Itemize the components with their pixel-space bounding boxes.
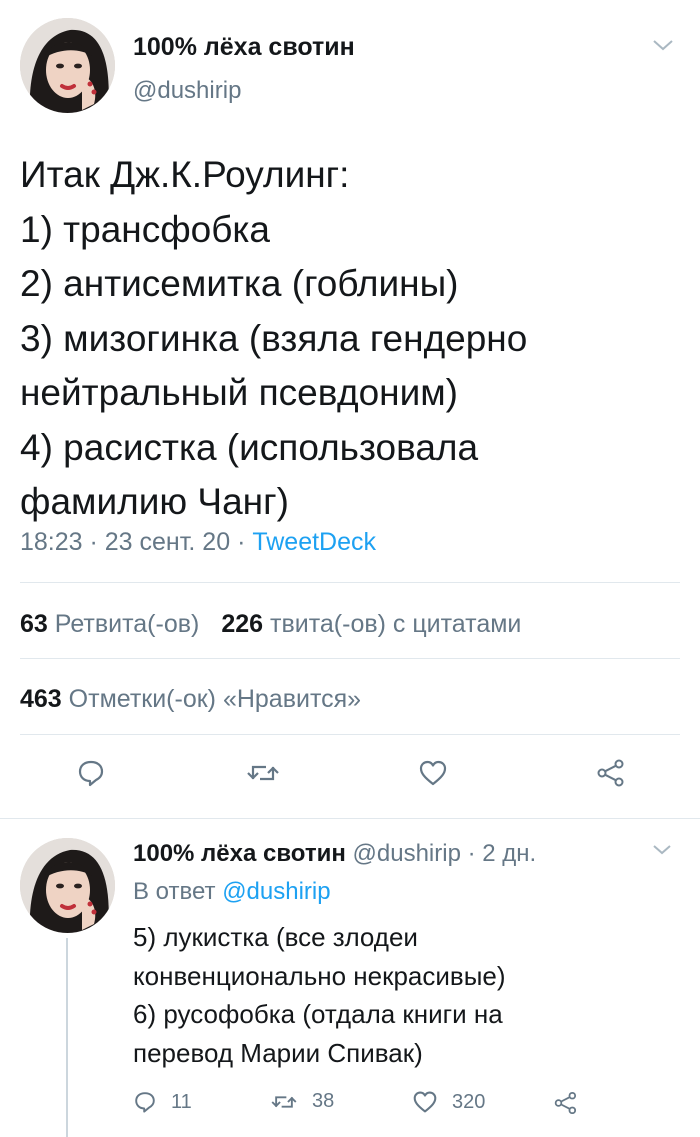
like-icon	[419, 760, 447, 786]
tweet-source-link[interactable]: TweetDeck	[252, 528, 376, 556]
reply-to: В ответ @dushirip	[133, 878, 331, 906]
quotes-stat[interactable]: 226 твита(-ов) с цитатами	[221, 610, 521, 638]
user-handle-time[interactable]: @dushirip · 2 дн.	[346, 840, 537, 867]
reply-to-prefix: В ответ	[133, 878, 223, 905]
time-date[interactable]: 18:23 · 23 сент. 20 ·	[20, 528, 252, 556]
reply-text-line: 5) лукистка (все злодеи	[133, 922, 418, 952]
quotes-count: 226	[221, 610, 264, 638]
display-name[interactable]: 100% лёха свотин	[133, 840, 346, 867]
reply-text-line: перевод Марии Спивак)	[133, 1037, 423, 1068]
reply-count: 11	[171, 1090, 192, 1113]
reply-text-line: 6) русофобка (отдала книги на	[133, 999, 503, 1029]
divider	[20, 734, 680, 735]
display-name[interactable]: 100% лёха свотин	[133, 33, 355, 62]
likes-count: 463	[20, 685, 62, 713]
tweet-text-line: нейтральный псевдоним)	[20, 372, 459, 413]
share-button[interactable]	[594, 757, 626, 789]
reply-icon	[78, 760, 104, 787]
quotes-label: твита(-ов) с цитатами	[270, 610, 522, 638]
reply-header: 100% лёха свотин @dushirip · 2 дн.	[133, 840, 536, 868]
reply-like-button[interactable]: 320	[412, 1090, 485, 1114]
retweets-stat[interactable]: 63 Ретвита(-ов)	[20, 610, 199, 638]
reply-retweet-button[interactable]: 38	[270, 1090, 334, 1113]
tweet-text-line: 1) трансфобка	[20, 208, 271, 250]
reply-button[interactable]	[76, 758, 106, 788]
avatar[interactable]	[20, 18, 115, 113]
divider	[20, 658, 680, 659]
tweet-text-line: Итак Дж.К.Роулинг:	[20, 154, 350, 195]
reply-reply-button[interactable]: 11	[133, 1090, 192, 1114]
tweet-text-line: 3) мизогинка (взяла гендерно	[20, 317, 528, 359]
share-icon	[554, 1091, 577, 1115]
reply-text-line: конвенционально некрасивые)	[133, 960, 506, 991]
likes-label: Отметки(-ок) «Нравится»	[68, 685, 362, 713]
profile-photo-icon	[20, 838, 115, 933]
retweet-icon	[247, 765, 279, 781]
reply-icon	[135, 1092, 155, 1113]
tweet-timestamp: 18:23 · 23 сент. 20 · TweetDeck	[20, 528, 376, 557]
reply-text: 5) лукистка (все злодеи конвенционально …	[133, 918, 693, 1072]
retweet-icon	[271, 1095, 297, 1108]
tweet-detail-page: 100% лёха свотин @dushirip Итак Дж.К.Роу…	[0, 0, 700, 1137]
main-tweet: 100% лёха свотин @dushirip Итак Дж.К.Роу…	[0, 0, 700, 818]
tweet-text-line: фамилию Чанг)	[20, 481, 289, 522]
share-icon	[597, 759, 624, 787]
likes-stat[interactable]: 463 Отметки(-ок) «Нравится»	[20, 685, 361, 714]
retweet-count: 38	[312, 1090, 335, 1112]
divider	[20, 582, 680, 583]
reply-to-mention[interactable]: @dushirip	[222, 878, 330, 905]
chevron-down-icon[interactable]	[650, 842, 674, 858]
like-count: 320	[452, 1090, 486, 1113]
like-button[interactable]	[418, 759, 448, 787]
retweets-label: Ретвита(-ов)	[54, 610, 200, 638]
profile-photo-icon	[20, 18, 115, 113]
reply-share-button[interactable]	[552, 1090, 592, 1116]
chevron-down-icon[interactable]	[650, 36, 676, 54]
retweet-stats: 63 Ретвита(-ов) 226 твита(-ов) с цитатами	[20, 610, 521, 639]
tweet-text-line: 4) расистка (использовала	[20, 426, 479, 468]
retweet-button[interactable]	[246, 759, 280, 787]
tweet-text-line: 2) антисемитка (гоблины)	[20, 263, 459, 304]
retweets-count: 63	[20, 610, 48, 638]
like-icon	[413, 1091, 437, 1113]
thread-separator	[0, 818, 700, 819]
user-handle[interactable]: @dushirip	[133, 77, 241, 105]
tweet-text: Итак Дж.К.Роулинг: 1) трансфобка 2) анти…	[20, 148, 690, 530]
avatar[interactable]	[20, 838, 115, 933]
thread-line	[66, 938, 68, 1137]
